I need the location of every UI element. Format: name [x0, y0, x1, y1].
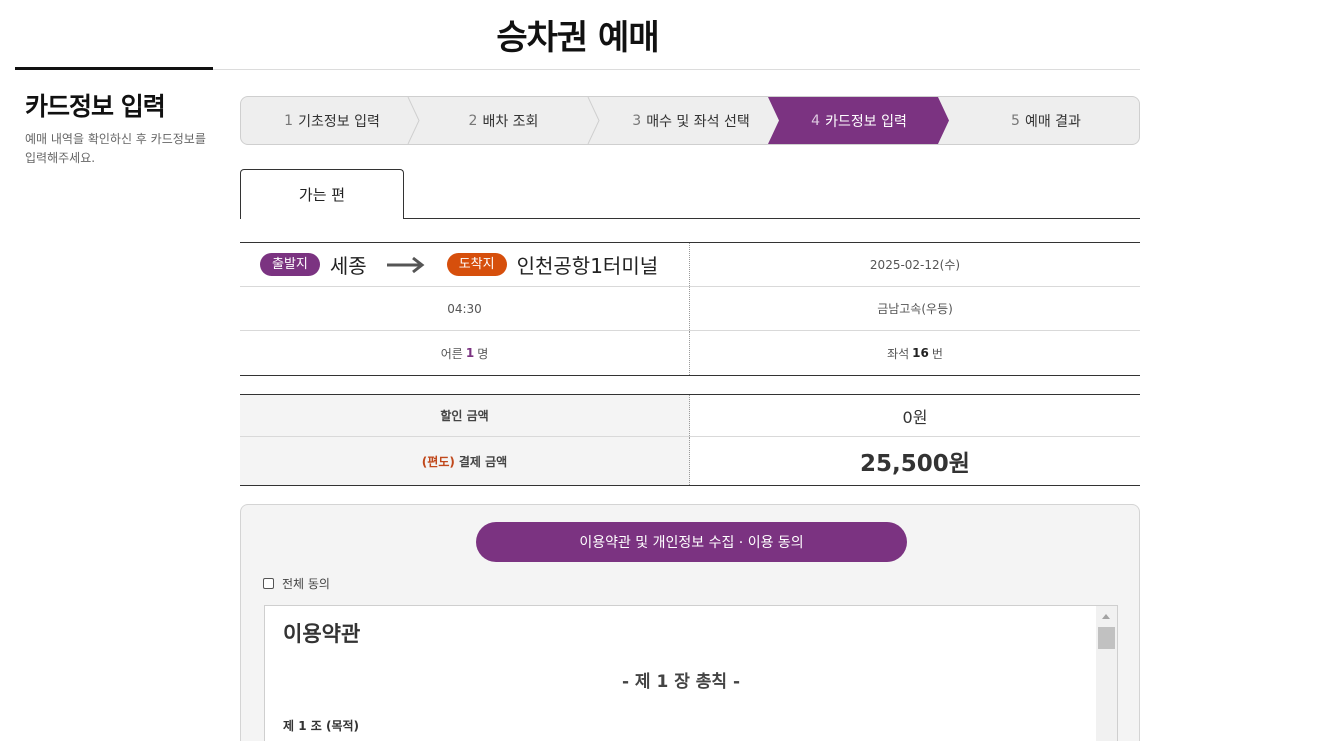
step-label: 예매 결과 [1024, 113, 1081, 130]
all-agree-checkbox-row[interactable]: 전체 동의 [263, 575, 330, 592]
table-row: 출발지 세종 도착지 인천공항1터미널 2025-02-12(수) [240, 243, 1140, 287]
trip-info-table: 출발지 세종 도착지 인천공항1터미널 2025-02-12(수) 04:30 … [240, 242, 1140, 376]
route-cell: 출발지 세종 도착지 인천공항1터미널 [240, 243, 690, 286]
total-amount: 25,500원 [860, 451, 970, 477]
table-row: (편도) 결제 금액 25,500원 [240, 437, 1140, 485]
payment-summary-table: 할인 금액 0원 (편도) 결제 금액 25,500원 [240, 394, 1140, 486]
passenger-count: 어른 1 명 [240, 331, 690, 375]
step-label: 기초정보 입력 [298, 113, 380, 130]
seat-info: 좌석 16 번 [690, 331, 1140, 375]
passenger-number: 1 [465, 346, 475, 360]
step-number: 1 [284, 112, 294, 129]
arrival-badge: 도착지 [446, 253, 507, 276]
oneway-tag: (편도) [421, 454, 455, 469]
agreement-panel: 이용약관 및 개인정보 수집 · 이용 동의 전체 동의 이용약관 - 제 1 … [240, 504, 1140, 741]
step-number: 5 [1011, 112, 1020, 129]
departure-date: 2025-02-12(수) [869, 258, 961, 272]
terms-chapter-heading: - 제 1 장 총칙 - [621, 672, 741, 692]
title-divider [213, 69, 1140, 70]
tab-outbound[interactable]: 가는 편 [240, 169, 404, 219]
total-label-cell: (편도) 결제 금액 [240, 437, 690, 485]
total-label: 결제 금액 [458, 454, 508, 469]
terms-scrollbar[interactable] [1096, 606, 1117, 741]
table-row: 할인 금액 0원 [240, 395, 1140, 437]
step-1: 1 기초정보 입력 [241, 97, 423, 144]
step-label: 카드정보 입력 [825, 113, 907, 130]
seat-unit: 번 [931, 346, 943, 361]
page-title: 승차권 예매 [496, 18, 659, 58]
section-rule-dark [15, 67, 213, 70]
seat-number: 16 [912, 346, 929, 360]
discount-label: 할인 금액 [240, 395, 690, 436]
passenger-unit: 명 [477, 346, 489, 361]
bus-company: 금남고속(우등) [877, 302, 953, 316]
table-row: 어른 1 명 좌석 16 번 [240, 331, 1140, 375]
terms-agreement-button[interactable]: 이용약관 및 개인정보 수집 · 이용 동의 [476, 522, 907, 562]
passenger-type: 어른 [440, 346, 463, 361]
section-title: 카드정보 입력 [25, 92, 166, 121]
all-agree-label: 전체 동의 [282, 577, 330, 591]
terms-article-heading: 제 1 조 (목적) [283, 719, 360, 733]
departure-badge: 출발지 [260, 253, 320, 276]
seat-prefix: 좌석 [887, 346, 910, 361]
section-description: 예매 내역을 확인하신 후 카드정보를 입력해주세요. [25, 132, 206, 165]
step-2: 2 배차 조회 [411, 97, 596, 144]
step-label: 매수 및 좌석 선택 [646, 113, 750, 130]
arrow-right-icon [386, 256, 425, 273]
step-number: 4 [811, 112, 821, 129]
terms-title: 이용약관 [283, 622, 361, 646]
step-5: 5 예매 결과 [951, 97, 1139, 144]
table-row: 04:30 금남고속(우등) [240, 287, 1140, 331]
departure-terminal: 세종 [329, 254, 367, 278]
step-label: 배차 조회 [482, 113, 539, 130]
step-number: 3 [632, 112, 642, 129]
step-4-active: 4 카드정보 입력 [768, 97, 949, 144]
arrival-terminal: 인천공항1터미널 [516, 254, 659, 278]
terms-scroll-box[interactable]: 이용약관 - 제 1 장 총칙 - 제 1 조 (목적) [264, 605, 1118, 741]
departure-time: 04:30 [240, 287, 690, 330]
all-agree-checkbox[interactable] [263, 578, 274, 589]
scroll-up-icon[interactable] [1102, 614, 1110, 619]
step-number: 2 [468, 112, 478, 129]
step-progress: 1 기초정보 입력 2 배차 조회 3 매수 및 좌석 선택 4 카드정보 입력… [240, 96, 1140, 145]
scrollbar-thumb[interactable] [1098, 627, 1115, 649]
step-3: 3 매수 및 좌석 선택 [591, 97, 791, 144]
discount-amount: 0원 [902, 407, 928, 427]
